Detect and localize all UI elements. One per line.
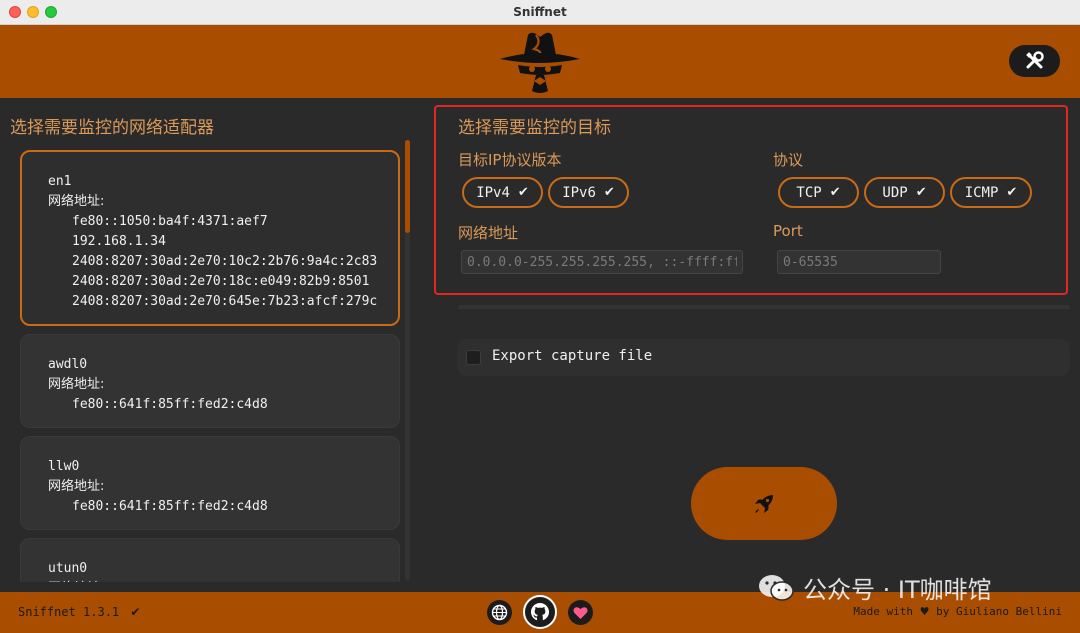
check-icon: ✔ (517, 185, 529, 200)
adapter-address: fe80::641f:85ff:fed2:c4d8 (72, 397, 268, 412)
tcp-toggle[interactable]: TCP ✔ (778, 177, 859, 208)
adapter-address: fe80::1050:ba4f:4371:aef7 (72, 214, 268, 229)
adapter-address-label: 网络地址: (48, 194, 105, 209)
adapter-item-en1[interactable]: en1 网络地址: fe80::1050:ba4f:4371:aef7 192.… (20, 150, 400, 326)
icmp-toggle[interactable]: ICMP ✔ (950, 177, 1032, 208)
heart-icon (573, 606, 588, 619)
window-title: Sniffnet (513, 5, 567, 19)
udp-toggle[interactable]: UDP ✔ (864, 177, 945, 208)
wechat-icon (759, 574, 794, 601)
adapter-address-label: 网络地址: (48, 377, 105, 392)
rocket-icon (755, 494, 773, 513)
adapter-item-utun0[interactable]: utun0 网络地址: (20, 538, 400, 582)
export-capture-label: Export capture file (492, 348, 653, 364)
adapter-name: en1 (48, 174, 72, 189)
check-icon: ✔ (1006, 185, 1018, 200)
ipv4-toggle[interactable]: IPv4 ✔ (462, 177, 543, 208)
version-ok-icon: ✔ (130, 605, 141, 619)
adapter-address: 192.168.1.34 (72, 234, 166, 249)
app-header (0, 25, 1080, 98)
section-divider (458, 305, 1070, 309)
port-filter-label: Port (773, 222, 803, 240)
address-filter-label: 网络地址 (458, 224, 519, 242)
adapter-address: 2408:8207:30ad:2e70:10c2:2b76:9a4c:2c83 (72, 254, 378, 269)
adapter-address: 2408:8207:30ad:2e70:645e:7b23:afcf:279c (72, 294, 378, 309)
scrollbar-thumb[interactable] (405, 140, 410, 233)
adapter-section-title: 选择需要监控的网络适配器 (10, 118, 214, 138)
adapter-item-llw0[interactable]: llw0 网络地址: fe80::641f:85ff:fed2:c4d8 (20, 436, 400, 530)
adapter-name: utun0 (48, 561, 88, 576)
github-icon (531, 603, 549, 621)
start-capture-button[interactable] (691, 467, 837, 540)
adapter-address-label: 网络地址: (48, 579, 399, 582)
watermark-text: 公众号 · IT咖啡馆 (803, 576, 992, 604)
filter-section-title: 选择需要监控的目标 (458, 118, 611, 138)
ip-version-label: 目标IP协议版本 (458, 151, 562, 169)
port-filter-input[interactable] (777, 250, 941, 274)
check-icon: ✔ (829, 185, 841, 200)
adapter-address: fe80::641f:85ff:fed2:c4d8 (72, 499, 268, 514)
check-icon: ✔ (603, 185, 615, 200)
adapter-list-scrollbar[interactable] (405, 140, 410, 580)
export-capture-row[interactable]: Export capture file (457, 339, 1070, 376)
credits-prefix: Made with (853, 605, 914, 618)
watermark: 公众号 · IT咖啡馆 (757, 570, 992, 605)
window-titlebar: Sniffnet (0, 0, 1080, 25)
tcp-label: TCP (796, 184, 822, 201)
credits: Made with ♥ by Giuliano Bellini (853, 605, 1062, 618)
version-label: Sniffnet 1.3.1 (18, 605, 120, 619)
protocol-label: 协议 (773, 151, 804, 169)
ipv6-toggle[interactable]: IPv6 ✔ (548, 177, 629, 208)
adapter-address: 2408:8207:30ad:2e70:18c:e049:82b9:8501 (72, 274, 370, 289)
version-info: Sniffnet 1.3.1 ✔ (18, 605, 140, 619)
adapter-list: en1 网络地址: fe80::1050:ba4f:4371:aef7 192.… (20, 150, 402, 582)
sniffnet-logo-icon (500, 32, 580, 93)
icmp-label: ICMP (964, 184, 999, 201)
globe-icon (491, 604, 508, 621)
export-capture-checkbox[interactable] (466, 350, 481, 365)
website-link[interactable] (487, 600, 512, 625)
tools-icon (1025, 51, 1044, 69)
adapter-address-label: 网络地址: (48, 479, 105, 494)
adapter-name: llw0 (48, 459, 80, 474)
ipv6-label: IPv6 (562, 184, 596, 201)
ipv4-label: IPv4 (476, 184, 510, 201)
github-link[interactable] (523, 595, 557, 629)
sponsor-link[interactable] (568, 600, 593, 625)
settings-button[interactable] (1009, 45, 1060, 77)
credits-author: by Giuliano Bellini (936, 605, 1062, 618)
adapter-name: awdl0 (48, 357, 88, 372)
address-filter-input[interactable] (461, 250, 743, 274)
udp-label: UDP (882, 184, 908, 201)
credits-heart-icon: ♥ (919, 605, 930, 618)
check-icon: ✔ (915, 185, 927, 200)
adapter-item-awdl0[interactable]: awdl0 网络地址: fe80::641f:85ff:fed2:c4d8 (20, 334, 400, 428)
